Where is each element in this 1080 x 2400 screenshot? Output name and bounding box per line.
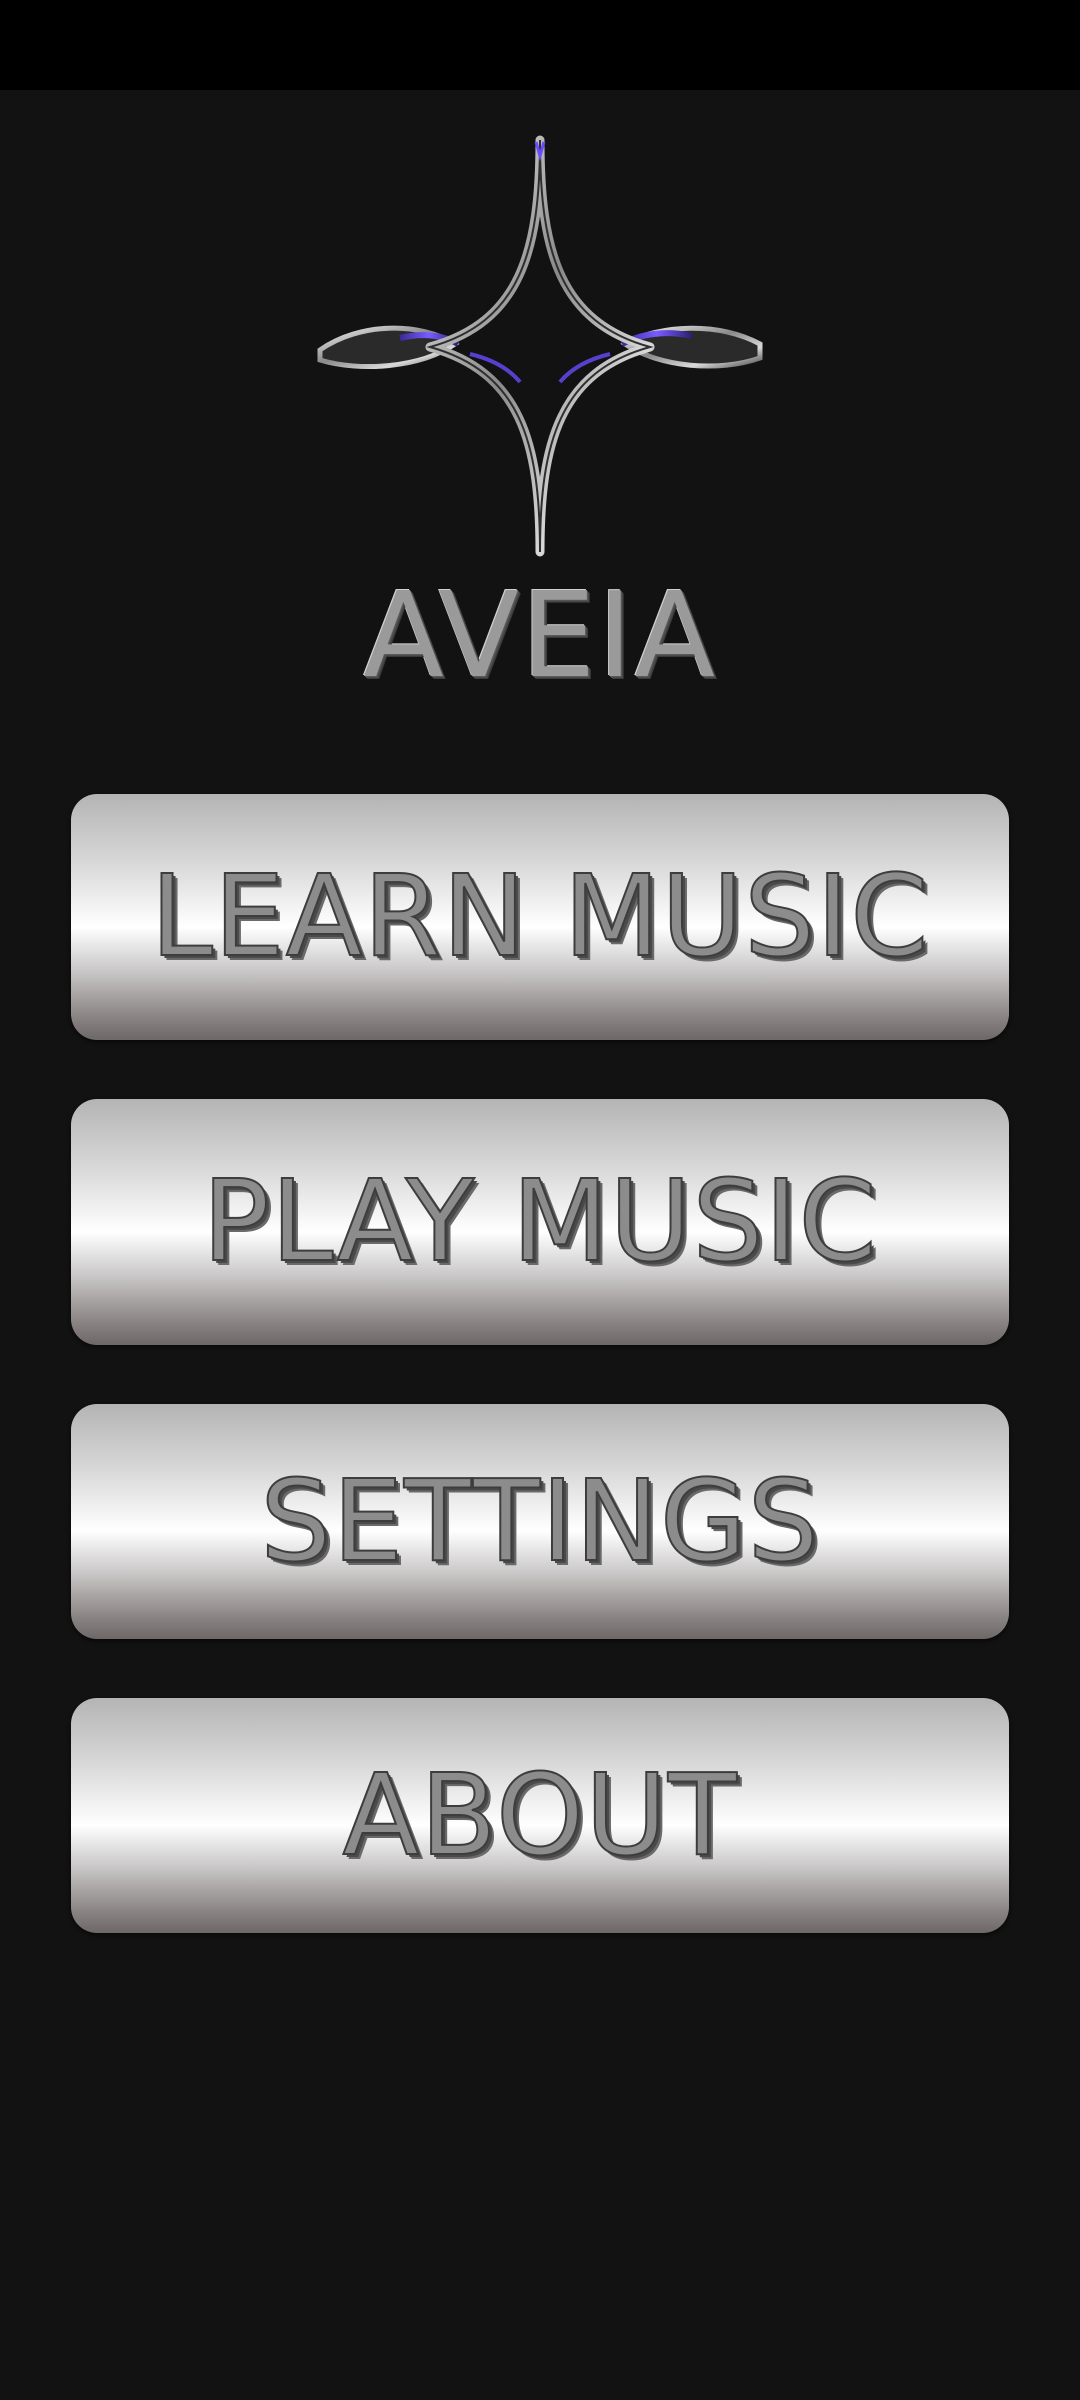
- play-music-label: PLAY MUSIC: [201, 1157, 878, 1287]
- four-point-star-logo-icon: [317, 135, 763, 557]
- play-music-button[interactable]: PLAY MUSIC: [71, 1099, 1009, 1345]
- settings-label: SETTINGS: [259, 1456, 820, 1587]
- learn-music-label: LEARN MUSIC: [150, 852, 930, 982]
- status-bar: [0, 0, 1080, 90]
- about-label: ABOUT: [341, 1750, 738, 1881]
- learn-music-button[interactable]: LEARN MUSIC: [71, 794, 1009, 1040]
- app-brand-title: AVEIA: [363, 566, 717, 704]
- about-button[interactable]: ABOUT: [71, 1698, 1009, 1933]
- settings-button[interactable]: SETTINGS: [71, 1404, 1009, 1639]
